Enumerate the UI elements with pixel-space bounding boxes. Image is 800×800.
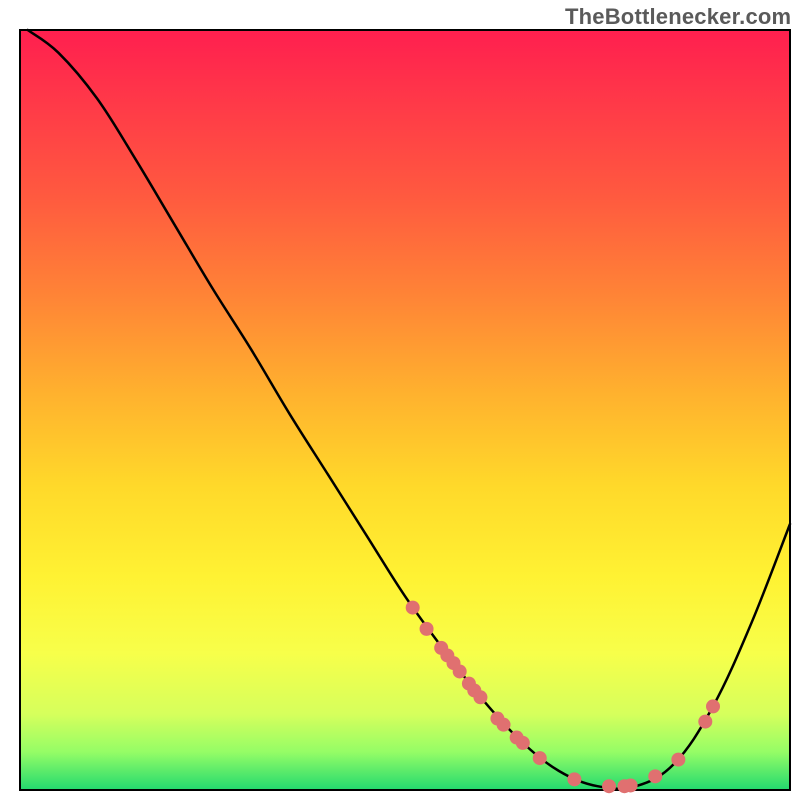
curve-marker bbox=[453, 664, 467, 678]
bottleneck-chart bbox=[0, 0, 800, 800]
curve-marker bbox=[473, 690, 487, 704]
curve-marker bbox=[698, 715, 712, 729]
curve-marker bbox=[406, 601, 420, 615]
curve-marker bbox=[420, 622, 434, 636]
curve-marker bbox=[516, 736, 530, 750]
watermark-text: TheBottlenecker.com bbox=[565, 4, 791, 30]
curve-marker bbox=[624, 778, 638, 792]
gradient-background bbox=[20, 30, 790, 790]
curve-marker bbox=[648, 769, 662, 783]
curve-marker bbox=[497, 718, 511, 732]
curve-marker bbox=[706, 699, 720, 713]
chart-container: TheBottlenecker.com bbox=[0, 0, 800, 800]
curve-marker bbox=[671, 753, 685, 767]
curve-marker bbox=[602, 779, 616, 793]
curve-marker bbox=[533, 751, 547, 765]
curve-marker bbox=[567, 772, 581, 786]
